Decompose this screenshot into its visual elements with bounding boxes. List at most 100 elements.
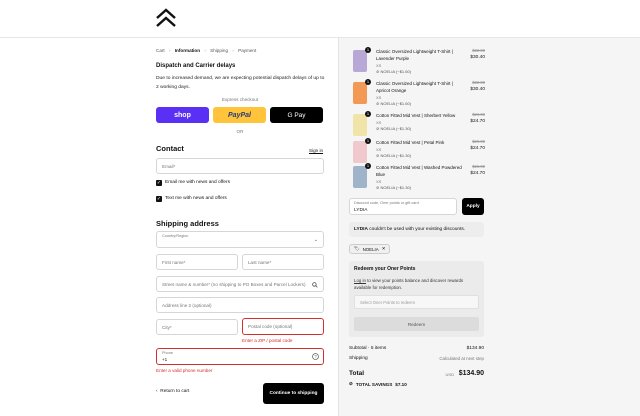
postal-code-field[interactable]: Postal code (optional): [242, 318, 324, 335]
breadcrumb-shipping: Shipping: [210, 48, 229, 53]
discount-code-input[interactable]: Discount code, Oner points or gift card …: [349, 198, 457, 215]
country-select[interactable]: Country/Region ⌄: [156, 231, 324, 248]
product-name: Classic Oversized Lightweight T-Shirt | …: [376, 81, 453, 93]
discount-error-message: LYDIA couldn't be used with your existin…: [349, 222, 484, 237]
sale-price: $30.40: [470, 87, 485, 92]
remove-discount-icon[interactable]: ✕: [382, 246, 386, 252]
product-discount-text: NOELIA (−$1.30): [380, 126, 412, 131]
product-discount: ⊘ NOELIA (−$1.30): [376, 185, 412, 190]
product-name: Classic Oversized Lightweight T-Shirt | …: [376, 49, 453, 61]
product-thumbnail: [353, 82, 367, 104]
sign-in-link[interactable]: Sign in: [309, 148, 323, 153]
breadcrumb-separator: ›: [232, 48, 234, 53]
product-name: Cotton Fitted Mid Vest | Washed Powdered…: [376, 165, 462, 177]
return-to-cart-link[interactable]: ‹ Return to cart: [156, 389, 189, 394]
redeem-title: Redeem your Oner Points: [354, 266, 416, 272]
sale-price: $24.70: [470, 171, 485, 176]
breadcrumb-payment: Payment: [238, 48, 257, 53]
product-thumbnail: [353, 141, 367, 163]
oner-logo-icon[interactable]: [155, 7, 177, 29]
sale-price: $30.40: [470, 55, 485, 60]
address-line-2-placeholder: Address line 2 (optional): [162, 303, 212, 308]
line-item: 1 Cotton Fitted Mid Vest | Petal Pink XS…: [351, 138, 485, 167]
product-thumbnail: [353, 166, 367, 188]
shop-pay-button[interactable]: shop: [156, 107, 209, 123]
contact-title: Contact: [156, 144, 184, 153]
breadcrumb-separator: ›: [204, 48, 206, 53]
savings-value: $7.10: [395, 381, 407, 387]
original-price: $26.00: [472, 139, 485, 144]
paypal-button[interactable]: PayPal: [213, 107, 266, 123]
product-variant: XS: [376, 63, 382, 68]
phone-error: Enter a valid phone number: [156, 368, 213, 373]
product-variant: XS: [376, 147, 382, 152]
text-optin-checkbox[interactable]: ✓: [156, 196, 162, 202]
shipping-address-title: Shipping address: [156, 219, 219, 228]
email-field[interactable]: Email*: [156, 158, 324, 174]
breadcrumb-separator: ›: [168, 48, 171, 53]
postal-code-error: Enter a ZIP / postal code: [242, 338, 293, 343]
checkout-form-panel: Cart › Information › Shipping › Payment …: [0, 38, 338, 416]
breadcrumb-information: Information: [174, 48, 201, 53]
continue-to-shipping-button[interactable]: Continue to shipping: [263, 383, 324, 404]
address-line-2-field[interactable]: Address line 2 (optional): [156, 297, 324, 313]
redeem-login-link[interactable]: Log in: [354, 278, 366, 283]
first-name-field[interactable]: First name*: [156, 254, 238, 270]
subtotal-value: $134.90: [466, 346, 484, 351]
last-name-field[interactable]: Last name*: [242, 254, 324, 270]
notice-body: Due to increased demand, we are expectin…: [156, 76, 325, 90]
original-price: $26.00: [472, 164, 485, 169]
street-field[interactable]: Street name & number* (no shipping to PO…: [156, 276, 324, 292]
email-placeholder: Email*: [162, 164, 176, 169]
product-variant: XS: [376, 95, 382, 100]
street-placeholder: Street name & number* (no shipping to PO…: [162, 282, 306, 287]
discount-error-text: couldn't be used with your existing disc…: [367, 227, 466, 232]
quantity-badge: 1: [365, 47, 371, 53]
discount-error-code: LYDIA: [354, 227, 368, 232]
product-name: Cotton Fitted Mid Vest | Sherbert Yellow: [376, 113, 456, 118]
first-name-placeholder: First name*: [162, 260, 186, 265]
subtotal-label: Subtotal · 5 items: [349, 346, 387, 351]
product-discount: ⊘ NOELIA (−$1.30): [376, 153, 412, 158]
product-discount: ⊘ NOELIA (−$1.60): [376, 101, 412, 106]
breadcrumb: Cart › Information › Shipping › Payment: [156, 48, 259, 53]
discount-code-label: Discount code, Oner points or gift card: [354, 201, 419, 205]
quantity-badge: 1: [365, 111, 371, 117]
product-discount-text: NOELIA (−$1.60): [380, 69, 412, 74]
redeem-points-select[interactable]: Select Oner Points to redeem: [354, 295, 479, 309]
phone-field[interactable]: Phone +1 ?: [156, 348, 324, 365]
line-item: 1 Cotton Fitted Mid Vest | Sherbert Yell…: [351, 111, 485, 140]
original-price: $32.00: [472, 48, 485, 53]
subtotal-row: Subtotal · 5 items $134.90: [349, 346, 484, 351]
sale-price: $24.70: [470, 146, 485, 151]
breadcrumb-cart[interactable]: Cart: [156, 48, 165, 53]
email-optin-checkbox[interactable]: ✓: [156, 180, 162, 186]
redeem-button[interactable]: Redeem: [354, 317, 479, 331]
applied-discount-code: NOELIA: [362, 246, 379, 252]
google-pay-button[interactable]: G Pay: [270, 107, 323, 123]
line-item: 1 Classic Oversized Lightweight T-Shirt …: [351, 47, 485, 76]
last-name-placeholder: Last name*: [248, 260, 272, 265]
product-variant: XS: [376, 179, 382, 184]
quantity-badge: 1: [365, 163, 371, 169]
original-price: $26.00: [472, 112, 485, 117]
search-icon: [312, 282, 318, 288]
total-label: Total: [349, 370, 365, 377]
text-optin-label: Text me with news and offers: [165, 196, 227, 201]
apply-discount-button[interactable]: Apply: [462, 198, 484, 215]
total-currency: USD: [445, 372, 454, 377]
return-to-cart-label: Return to cart: [160, 389, 190, 394]
country-label: Country/Region: [162, 234, 189, 238]
product-discount: ⊘ NOELIA (−$1.60): [376, 69, 412, 74]
redeem-description-text: to view your points balance and discover…: [354, 278, 464, 290]
original-price: $32.00: [472, 80, 485, 85]
savings-label: TOTAL SAVINGS: [355, 381, 393, 387]
phone-value: +1: [162, 357, 168, 362]
product-discount: ⊘ NOELIA (−$1.30): [376, 126, 412, 131]
help-icon[interactable]: ?: [312, 353, 319, 360]
total-row: Total USD $134.90: [349, 370, 484, 377]
city-field[interactable]: City*: [156, 319, 238, 335]
product-discount-text: NOELIA (−$1.60): [380, 101, 412, 106]
redeem-description: Log in to view your points balance and d…: [354, 277, 478, 291]
svg-text:?: ?: [314, 354, 317, 359]
